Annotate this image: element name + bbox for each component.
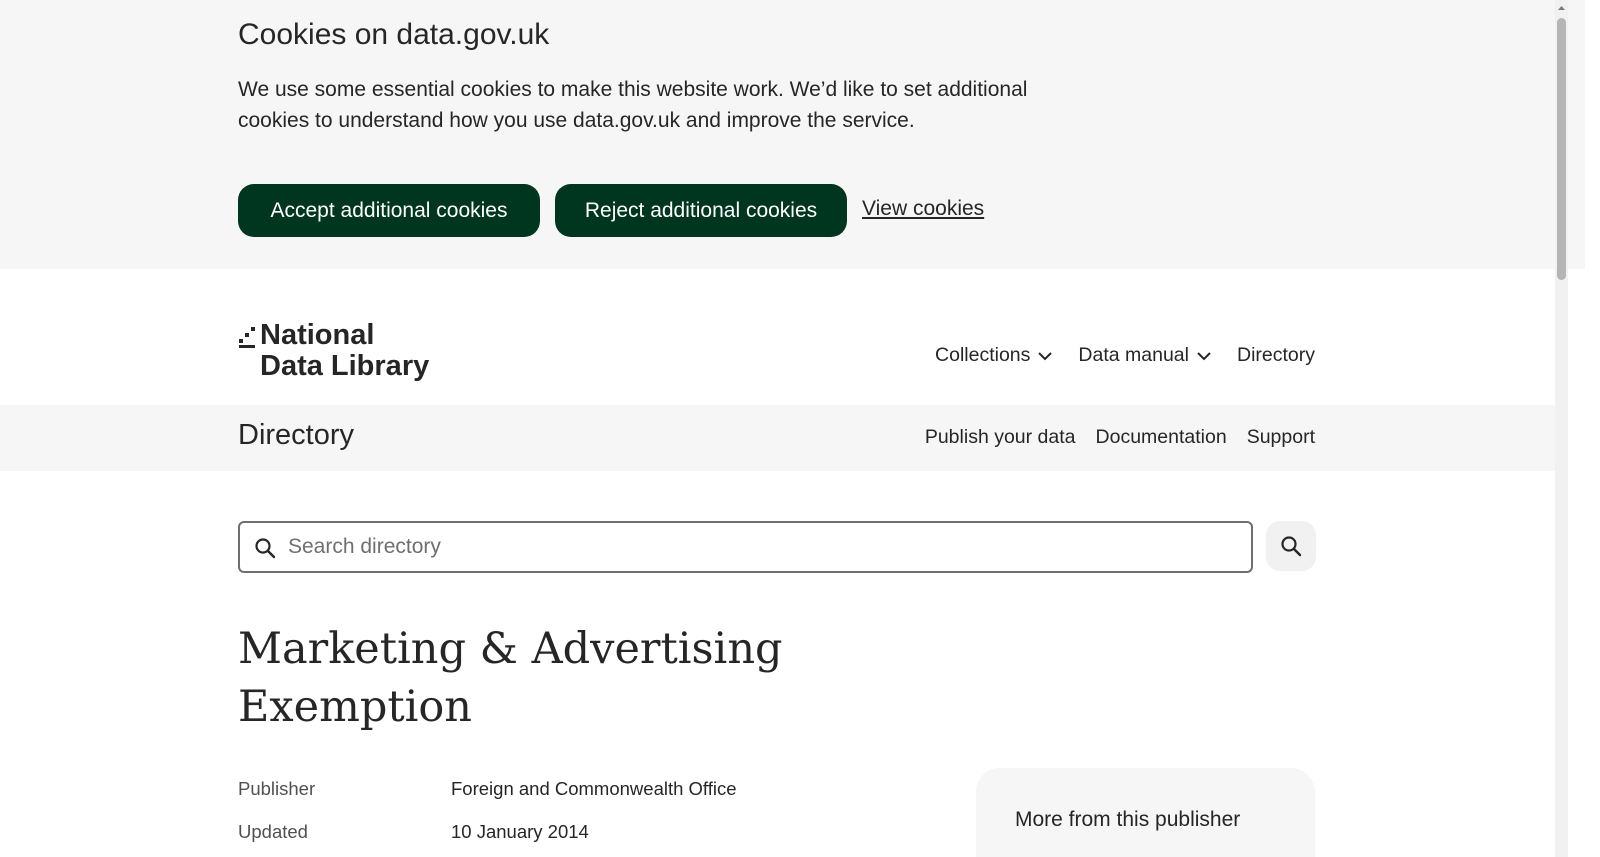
scroll-up-icon[interactable] xyxy=(1557,3,1566,13)
main-nav: Collections Data manual Directory xyxy=(935,344,1315,367)
meta-row-publisher: Publisher Foreign and Commonwealth Offic… xyxy=(238,778,938,821)
search-input[interactable] xyxy=(288,523,1238,571)
page-scrollbar[interactable] xyxy=(1555,0,1568,857)
nav-item-data-manual[interactable]: Data manual xyxy=(1078,344,1211,367)
cookie-banner-text: We use some essential cookies to make th… xyxy=(238,78,1028,132)
search-button[interactable] xyxy=(1266,521,1316,571)
nav-item-label: Directory xyxy=(1236,344,1315,366)
more-from-publisher-card: More from this publisher xyxy=(976,768,1315,857)
support-link[interactable]: Support xyxy=(1247,426,1315,449)
reject-cookies-button[interactable]: Reject additional cookies xyxy=(555,184,847,237)
search-icon xyxy=(255,538,276,559)
logo-line-2: Data Library xyxy=(260,350,430,382)
scrollbar-thumb[interactable] xyxy=(1557,18,1566,280)
chevron-down-icon xyxy=(1197,351,1211,360)
accept-cookies-button[interactable]: Accept additional cookies xyxy=(238,184,540,237)
page: Cookies on data.gov.uk We use some essen… xyxy=(0,0,1600,857)
nav-item-label: Data manual xyxy=(1078,344,1189,366)
subheader-nav: Publish your data Documentation Support xyxy=(925,426,1315,449)
site-logo[interactable]: National Data Library xyxy=(238,320,438,386)
search-field xyxy=(238,521,1253,573)
logo-line-1: National xyxy=(260,319,375,351)
dataset-meta-list: Publisher Foreign and Commonwealth Offic… xyxy=(238,778,938,857)
nav-item-collections[interactable]: Collections xyxy=(935,344,1053,367)
meta-value: Foreign and Commonwealth Office xyxy=(451,778,737,799)
cookie-banner-title: Cookies on data.gov.uk xyxy=(238,18,550,51)
logo-text: National Data Library xyxy=(260,320,429,382)
meta-value: 10 January 2014 xyxy=(451,821,589,842)
chevron-down-icon xyxy=(1038,351,1053,360)
more-from-publisher-title: More from this publisher xyxy=(1015,808,1241,831)
nav-item-directory[interactable]: Directory xyxy=(1237,344,1315,367)
logo-mark-icon xyxy=(239,327,255,348)
meta-label: Updated xyxy=(238,821,308,842)
documentation-link[interactable]: Documentation xyxy=(1096,426,1227,449)
meta-label: Publisher xyxy=(238,778,316,799)
meta-row-updated: Updated 10 January 2014 xyxy=(238,821,938,857)
nav-item-label: Collections xyxy=(935,344,1031,366)
publish-your-data-link[interactable]: Publish your data xyxy=(925,426,1076,449)
subheader-title[interactable]: Directory xyxy=(238,419,354,452)
view-cookies-link[interactable]: View cookies xyxy=(862,197,984,221)
directory-subheader: Directory Publish your data Documentatio… xyxy=(0,405,1555,471)
search-icon xyxy=(1281,536,1302,557)
page-title: Marketing & Advertising Exemption xyxy=(238,624,783,732)
cookie-banner: Cookies on data.gov.uk We use some essen… xyxy=(0,0,1585,269)
